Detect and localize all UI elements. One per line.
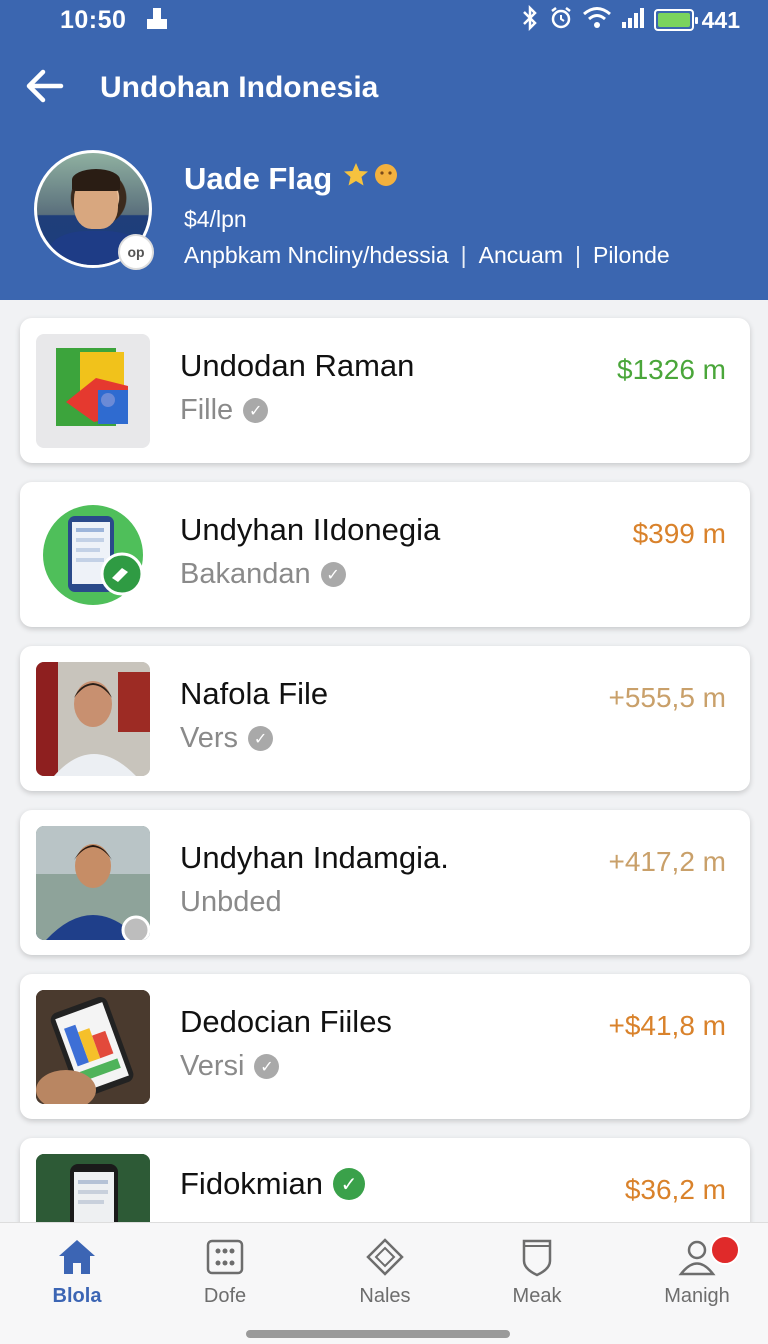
verified-icon: ✓ [320,562,346,587]
item-price: +417,2 m [608,846,726,877]
profile-name-text: Uade Flag [184,160,333,196]
list-item[interactable]: Undyhan IIdonegia Bakandan ✓ $399 m [20,482,750,627]
notification-icon [144,5,170,36]
profile-price: $4/lpn [184,206,247,232]
item-subtitle: Bakandan ✓ [180,558,346,591]
verified-icon: ✓ [333,1168,365,1200]
nav-tab-home[interactable]: Blola [22,1237,132,1317]
item-subtitle-text: Versi [180,1050,245,1082]
item-price: $1326 m [617,354,726,385]
item-thumbnail [36,334,150,448]
alarm-icon [548,5,574,35]
avatar-badge: op [118,234,154,270]
item-subtitle-text: Vers [180,722,239,754]
item-title: Undyhan IIdonegia [180,512,441,547]
item-title: Undyhan Indamgia. [180,840,449,875]
list-item[interactable]: Nafola File Vers ✓ +555,5 m [20,646,750,791]
back-button[interactable] [0,58,90,118]
profile-meta-location[interactable]: Anpbkam Nncliny/hdessia [184,242,449,268]
wifi-icon [582,6,612,34]
status-time: 10:50 [60,5,127,34]
profile-meta: Anpbkam Nncliny/hdessia | Ancuam | Pilonde [184,242,670,268]
bluetooth-icon [520,4,540,35]
list-item[interactable]: Undyhan Indamgia. Unbded +417,2 m [20,810,750,955]
home-indicator[interactable] [246,1330,510,1338]
page-title: Undohan Indonesia [100,71,379,104]
list-item[interactable]: Undodan Raman Fille ✓ $1326 m [20,318,750,463]
item-subtitle: Vers ✓ [180,722,274,755]
nav-label: Nales [359,1285,411,1307]
home-icon [57,1237,97,1277]
item-subtitle: Fille ✓ [180,394,269,427]
item-thumbnail [36,662,150,776]
grid-icon [205,1237,245,1277]
item-title: Dedocian Fiiles [180,1004,392,1039]
back-arrow-icon [25,68,65,109]
list-item[interactable]: Dedocian Fiiles Versi ✓ +$41,8 m [20,974,750,1119]
nav-tab-manigh[interactable]: Manigh [642,1235,752,1317]
item-thumbnail [36,498,150,612]
nav-label: Dofe [203,1285,247,1307]
profile-name: Uade Flag [184,160,402,197]
nav-tab-nales[interactable]: Nales [330,1237,440,1317]
nav-tab-dofe[interactable]: Dofe [170,1237,280,1317]
item-subtitle: Versi ✓ [180,1050,280,1083]
item-price: $36,2 m [624,1174,726,1205]
file-list: Undodan Raman Fille ✓ $1326 m Undyhan II… [20,318,750,1302]
notification-badge [710,1235,740,1265]
shield-icon [517,1237,557,1277]
battery-icon [653,9,698,31]
status-bar: 10:50 441 [0,0,768,40]
item-subtitle: Unbded [180,886,282,919]
nav-label: Blola [52,1285,102,1307]
item-title-text: Fidokmian [180,1166,323,1201]
status-number: 441 [701,6,740,33]
profile-meta-item[interactable]: Ancuam [479,242,563,268]
item-price: +555,5 m [608,682,726,713]
app-bar: Undohan Indonesia [0,58,768,118]
item-title: Undodan Raman [180,348,415,383]
item-subtitle-text: Fille [180,394,234,426]
item-thumbnail [36,990,150,1104]
bottom-navigation: Blola Dofe Nales Meak Manigh [0,1222,768,1344]
item-subtitle-text: Unbded [180,886,282,918]
item-subtitle-text: Bakandan [180,558,311,590]
nav-label: Manigh [664,1285,730,1307]
verified-icon: ✓ [248,726,274,751]
verified-icon: ✓ [243,398,269,423]
profile-meta-item[interactable]: Pilonde [593,242,670,268]
item-price: $399 m [632,518,726,549]
diamond-icon [365,1237,405,1277]
nav-tab-meak[interactable]: Meak [482,1237,592,1317]
item-price: +$41,8 m [608,1010,726,1041]
item-thumbnail [36,826,150,940]
nav-label: Meak [512,1285,562,1307]
item-title: Fidokmian ✓ [180,1166,365,1202]
top-header: 10:50 441 Undohan Indonesia op Uade Flag… [0,0,768,300]
signal-icon [620,6,646,34]
profile-section: op Uade Flag $4/lpn Anpbkam Nncliny/hdes… [34,150,734,272]
verified-icon: ✓ [254,1054,280,1079]
star-icon [342,160,402,197]
item-title: Nafola File [180,676,329,711]
